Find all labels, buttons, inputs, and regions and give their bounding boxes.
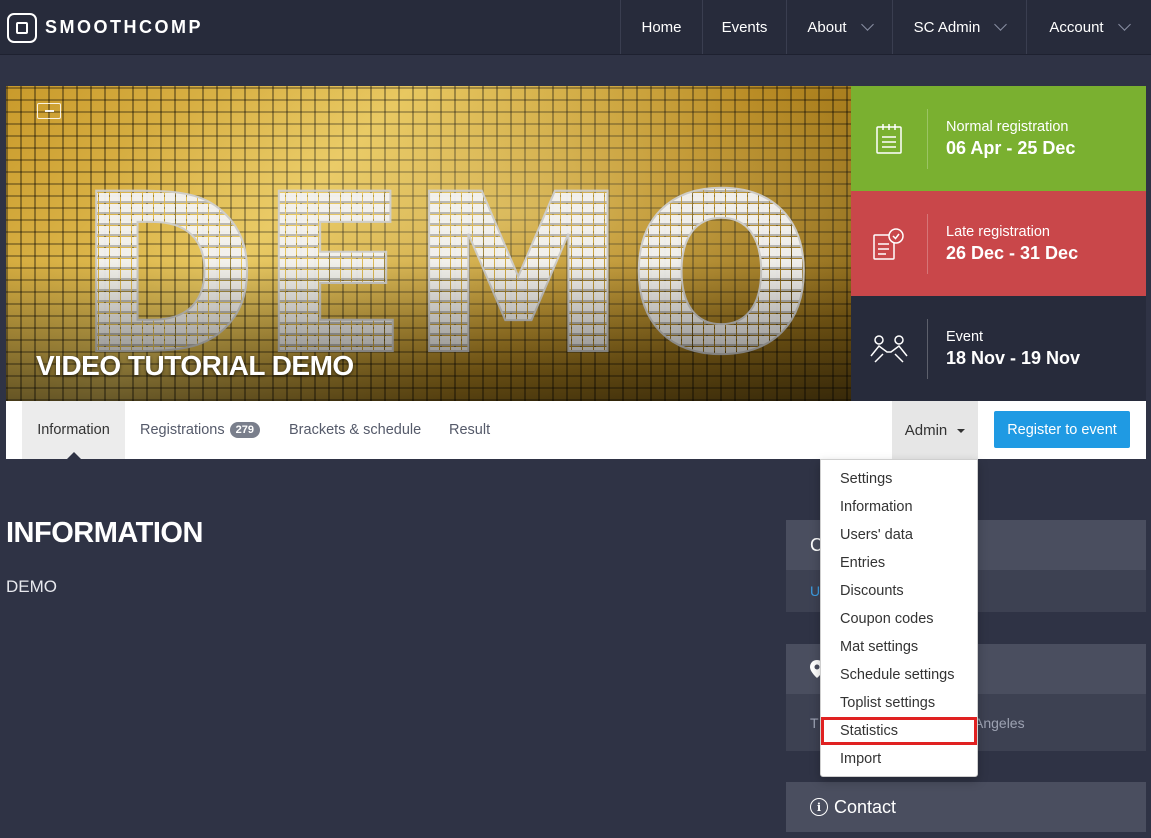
late-registration-date: 26 Dec - 31 Dec	[946, 242, 1079, 263]
late-registration-box: Late registration 26 Dec - 31 Dec	[851, 191, 1146, 296]
smoothcomp-logo-icon	[7, 12, 37, 43]
normal-registration-box: Normal registration 06 Apr - 25 Dec	[851, 86, 1146, 191]
admin-menu-discounts[interactable]: Discounts	[821, 577, 977, 605]
nav-home-label: Home	[641, 18, 682, 36]
chevron-down-icon	[860, 18, 874, 31]
information-body: DEMO	[6, 577, 57, 596]
event-date-box: Event 18 Nov - 19 Nov	[851, 296, 1146, 401]
nav-events[interactable]: Events	[702, 0, 786, 54]
admin-menu-coupon-codes[interactable]: Coupon codes	[821, 605, 977, 633]
event-banner-image: DEMO VIDEO TUTORIAL DEMO	[6, 86, 851, 401]
admin-menu-information[interactable]: Information	[821, 493, 977, 521]
caret-down-icon	[957, 429, 966, 433]
clipboard-clock-icon	[851, 213, 928, 274]
admin-menu-entries[interactable]: Entries	[821, 549, 977, 577]
nav-events-label: Events	[721, 18, 768, 36]
late-registration-label: Late registration	[946, 223, 1050, 240]
admin-menu-users-data[interactable]: Users' data	[821, 521, 977, 549]
collapse-banner-icon[interactable]	[37, 103, 61, 119]
contact-heading-text: Contact	[834, 796, 897, 817]
contact-panel: i Contact	[786, 782, 1146, 832]
tab-result[interactable]: Result	[449, 401, 490, 459]
admin-menu-toplist-settings[interactable]: Toplist settings	[821, 689, 977, 717]
chevron-down-icon	[1117, 18, 1131, 31]
tab-information-label: Information	[37, 422, 110, 438]
brand-logo-link[interactable]: SMOOTHCOMP	[7, 12, 203, 43]
tab-result-label: Result	[449, 422, 491, 438]
event-date: 18 Nov - 19 Nov	[946, 347, 1081, 368]
clipboard-icon	[851, 108, 928, 169]
admin-menu-settings[interactable]: Settings	[821, 465, 977, 493]
chevron-down-icon	[994, 18, 1008, 31]
admin-menu-import[interactable]: Import	[821, 745, 977, 773]
event-label: Event	[946, 328, 984, 345]
nav-sc-admin-label: SC Admin	[913, 18, 981, 36]
nav-home[interactable]: Home	[620, 0, 702, 54]
admin-menu-schedule-settings[interactable]: Schedule settings	[821, 661, 977, 689]
admin-dropdown-menu: Settings Information Users' data Entries…	[820, 459, 978, 777]
tab-registrations[interactable]: Registrations 279	[140, 401, 260, 459]
top-navbar: SMOOTHCOMP Home Events About SC Admin Ac…	[0, 0, 1151, 55]
event-tabs-bar: Information Registrations 279 Brackets &…	[6, 401, 1146, 460]
tab-brackets-schedule-label: Brackets & schedule	[289, 422, 422, 438]
nav-sc-admin[interactable]: SC Admin	[892, 0, 1026, 54]
nav-about-label: About	[807, 18, 847, 36]
location-address-start: T	[810, 714, 819, 731]
register-to-event-button[interactable]: Register to event	[994, 411, 1130, 448]
normal-registration-date: 06 Apr - 25 Dec	[946, 137, 1076, 158]
admin-menu-statistics[interactable]: Statistics	[821, 717, 977, 745]
information-heading: INFORMATION	[6, 517, 203, 549]
tab-information[interactable]: Information	[22, 401, 125, 460]
nav-account-label: Account	[1049, 18, 1104, 36]
nav-account[interactable]: Account	[1026, 0, 1151, 54]
tab-registrations-label: Registrations	[140, 422, 225, 438]
admin-menu-mat-settings[interactable]: Mat settings	[821, 633, 977, 661]
nav-links: Home Events About SC Admin Account	[620, 0, 1151, 54]
info-circle-icon: i	[810, 798, 828, 816]
admin-label: Admin	[904, 421, 948, 439]
normal-registration-label: Normal registration	[946, 118, 1069, 135]
contact-panel-heading[interactable]: i Contact	[786, 782, 1146, 832]
brand-name: SMOOTHCOMP	[45, 17, 203, 37]
registrations-count-badge: 279	[229, 422, 260, 438]
tab-brackets-schedule[interactable]: Brackets & schedule	[289, 401, 421, 459]
event-title: VIDEO TUTORIAL DEMO	[36, 350, 354, 381]
admin-dropdown-button[interactable]: Admin	[892, 401, 978, 459]
nav-about[interactable]: About	[786, 0, 892, 54]
grappling-icon	[851, 318, 928, 379]
location-address-end: Angeles	[974, 714, 1025, 731]
side-panel-1-link-text: U	[810, 583, 821, 599]
